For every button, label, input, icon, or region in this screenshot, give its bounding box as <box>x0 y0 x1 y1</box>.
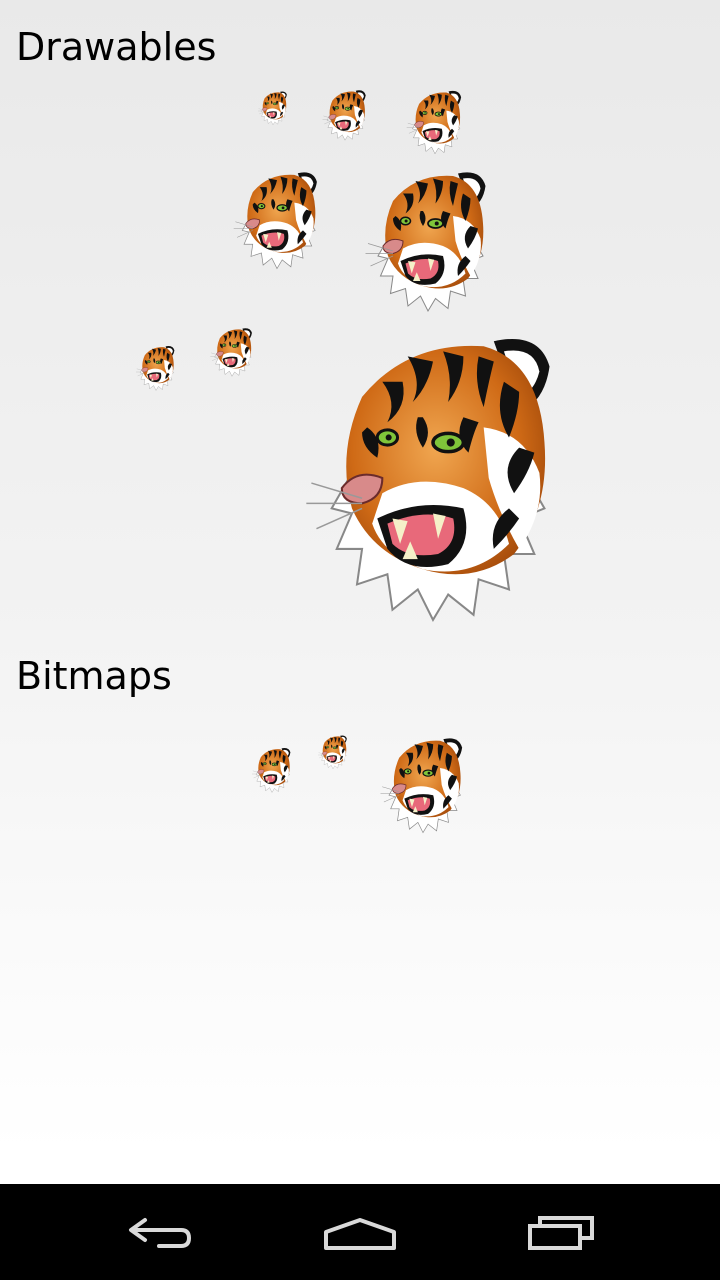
tiger-head-image <box>258 90 288 126</box>
back-arrow-icon <box>129 1218 192 1248</box>
home-icon <box>324 1218 396 1250</box>
tiger-head-image <box>252 734 292 806</box>
tiger-head-image <box>360 166 496 316</box>
tiger-head-image <box>136 326 176 410</box>
tiger-head-image <box>232 168 322 272</box>
home-button[interactable] <box>300 1202 420 1262</box>
tiger-head-image <box>310 734 356 770</box>
tiger-head-image <box>196 326 268 378</box>
recent-apps-button[interactable] <box>502 1202 622 1262</box>
recent-apps-icon <box>528 1216 594 1250</box>
tiger-head-image <box>378 734 468 836</box>
section-title-drawables: Drawables <box>16 25 217 69</box>
tiger-head-image <box>322 88 368 142</box>
tiger-head-image <box>286 326 580 630</box>
navigation-bar <box>0 1184 720 1280</box>
tiger-head-image <box>406 88 464 156</box>
back-button[interactable] <box>100 1202 220 1262</box>
section-title-bitmaps: Bitmaps <box>16 654 172 698</box>
